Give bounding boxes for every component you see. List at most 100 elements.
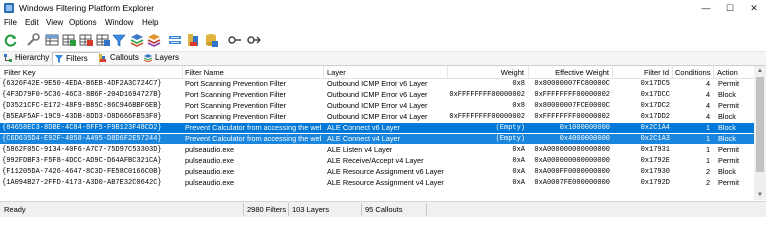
- table-row[interactable]: {1A094B27-2FFD-4173-A3D0-AB7E32C0642C} pu…: [0, 178, 754, 188]
- cell-filter-id: 0x1792E: [640, 157, 670, 165]
- cell-filter-name: pulseaudio.exe: [185, 156, 235, 165]
- toolbar: [0, 30, 766, 52]
- table-row[interactable]: {B5EAF5AF-19C9-43DB-8DD3-D8D666FB53F0} Po…: [0, 112, 754, 122]
- hierarchy-icon: [4, 54, 12, 62]
- menu-file[interactable]: File: [4, 18, 17, 27]
- cell-conditions: 4: [705, 79, 710, 88]
- scroll-up-icon[interactable]: ▲: [754, 66, 766, 76]
- scroll-down-icon[interactable]: ▼: [754, 190, 766, 200]
- callouts-icon[interactable]: [186, 33, 200, 47]
- cell-filter-key: {6326F42E-9E50-4EDA-B6EB-4DF2A3C724C7}: [2, 80, 162, 88]
- column-header-conditions[interactable]: Conditions: [675, 68, 710, 77]
- table-row[interactable]: {D3521CFC-E172-48F9-B85C-86C946BBF6EB} Po…: [0, 101, 754, 111]
- cell-layer: Outbound ICMP Error v6 Layer: [327, 79, 428, 88]
- vertical-scrollbar[interactable]: ▲ ▼: [754, 66, 766, 200]
- cell-weight: (Empty): [495, 124, 525, 132]
- menu-bar: File Edit View Options Window Help: [0, 17, 766, 30]
- cell-effective-weight: 0xA000000000000000: [534, 146, 610, 154]
- cell-action: Permit: [718, 145, 740, 154]
- cell-filter-name: pulseaudio.exe: [185, 145, 235, 154]
- callouts-icon: [99, 54, 106, 62]
- cell-effective-weight: 0xFFFFFFFF00000002: [534, 91, 610, 99]
- cell-conditions: 1: [705, 145, 710, 154]
- cell-weight: 0x8: [512, 102, 525, 110]
- tab-filters[interactable]: Filters: [52, 52, 100, 65]
- layers-icon[interactable]: [130, 33, 144, 47]
- cell-filter-name: Port Scanning Prevention Filter: [185, 101, 286, 110]
- cell-layer: ALE Listen v4 Layer: [327, 145, 393, 154]
- table-row[interactable]: {5862F05C-9134-40F6-A7C7-75D97C53303D} pu…: [0, 145, 754, 155]
- sublayers-icon[interactable]: [147, 33, 161, 47]
- cell-action: Permit: [718, 79, 740, 88]
- table-icon[interactable]: [45, 33, 59, 47]
- column-header-weight[interactable]: Weight: [450, 68, 524, 77]
- table-row[interactable]: {84658EC3-8DBE-4C84-8FF5-F9B123F48CD2} Pr…: [0, 123, 754, 133]
- cell-conditions: 4: [705, 90, 710, 99]
- menu-window[interactable]: Window: [105, 18, 133, 27]
- cell-filter-id: 0x17DD2: [640, 113, 670, 121]
- cell-effective-weight: 0xA000000000000000: [534, 157, 610, 165]
- column-header-filter-id[interactable]: Filter Id: [615, 68, 669, 77]
- cell-layer: Outbound ICMP Error v4 Layer: [327, 112, 428, 121]
- menu-view[interactable]: View: [46, 18, 63, 27]
- cell-conditions: 4: [705, 112, 710, 121]
- cell-weight: 0xA: [512, 146, 525, 154]
- cell-layer: Outbound ICMP Error v6 Layer: [327, 90, 428, 99]
- cell-weight: 0xA: [512, 168, 525, 176]
- cell-conditions: 4: [705, 101, 710, 110]
- table-header: Filter Key Filter Name Layer Weight Effe…: [0, 66, 754, 79]
- grid-edit-icon[interactable]: [96, 33, 110, 47]
- cell-filter-key: {5862F05C-9134-40F6-A7C7-75D97C53303D}: [2, 146, 162, 154]
- sessions-icon[interactable]: [228, 33, 242, 47]
- cell-filter-name: Port Scanning Prevention Filter: [185, 112, 286, 121]
- column-header-filter-name[interactable]: Filter Name: [185, 68, 224, 77]
- cell-effective-weight: 0x4000000000: [559, 135, 610, 143]
- cell-effective-weight: 0xA000FF0000000000: [534, 168, 610, 176]
- column-header-layer[interactable]: Layer: [327, 68, 346, 77]
- cell-action: Permit: [718, 101, 740, 110]
- cell-effective-weight: 0x80000007FC80000C: [534, 80, 610, 88]
- cell-filter-id: 0x17930: [640, 168, 670, 176]
- cell-filter-name: Prevent Calculator from accessing the we…: [185, 134, 321, 143]
- table-row[interactable]: {6326F42E-9E50-4EDA-B6EB-4DF2A3C724C7} Po…: [0, 79, 754, 89]
- cell-filter-id: 0x17931: [640, 146, 670, 154]
- connections-icon[interactable]: [247, 33, 261, 47]
- providers-icon[interactable]: [168, 33, 182, 47]
- table-row[interactable]: {C6D635D4-E92F-4058-A495-D8D6F2E57244} Pr…: [0, 134, 754, 144]
- filters-table: Filter Key Filter Name Layer Weight Effe…: [0, 66, 754, 200]
- cell-layer: Outbound ICMP Error v4 Layer: [327, 101, 428, 110]
- cell-action: Block: [718, 167, 736, 176]
- column-header-filter-key[interactable]: Filter Key: [4, 68, 36, 77]
- status-bar: Ready 2980 Filters 103 Layers 95 Callout…: [0, 201, 766, 217]
- grid-add-icon[interactable]: [62, 33, 76, 47]
- menu-options[interactable]: Options: [69, 18, 97, 27]
- column-header-effective-weight[interactable]: Effective Weight: [531, 68, 609, 77]
- filter-icon[interactable]: [112, 33, 126, 47]
- table-row[interactable]: {4F3D79F0-5C36-46C3-8B6F-204D1694727B} Po…: [0, 90, 754, 100]
- cell-filter-name: pulseaudio.exe: [185, 167, 235, 176]
- tab-layers-label: Layers: [155, 53, 180, 62]
- cell-filter-name: Prevent Calculator from accessing the we…: [185, 123, 321, 132]
- tab-hierarchy[interactable]: Hierarchy: [2, 52, 55, 64]
- cell-conditions: 2: [705, 178, 710, 187]
- menu-help[interactable]: Help: [142, 18, 158, 27]
- tab-callouts[interactable]: Callouts: [97, 52, 148, 64]
- column-header-action[interactable]: Action: [717, 68, 738, 77]
- tools-icon[interactable]: [26, 33, 40, 47]
- close-button[interactable]: ✕: [742, 0, 766, 17]
- minimize-button[interactable]: —: [694, 0, 718, 17]
- table-row[interactable]: {F11205DA-7426-4647-8C3D-FE58C0166C0B} pu…: [0, 167, 754, 177]
- cell-weight: 0xA: [512, 179, 525, 187]
- maximize-button[interactable]: ☐: [718, 0, 742, 17]
- cell-weight: 0xFFFFFFFF00000002: [449, 113, 525, 121]
- cell-filter-id: 0x17DC2: [640, 102, 670, 110]
- database-icon[interactable]: [204, 33, 218, 47]
- refresh-icon[interactable]: [4, 33, 18, 47]
- grid-remove-icon[interactable]: [79, 33, 93, 47]
- tab-layers[interactable]: Layers: [142, 52, 189, 64]
- menu-edit[interactable]: Edit: [25, 18, 39, 27]
- scroll-thumb[interactable]: [756, 77, 764, 172]
- cell-weight: 0xFFFFFFFF00000002: [449, 91, 525, 99]
- cell-filter-key: {B5EAF5AF-19C9-43DB-8DD3-D8D666FB53F0}: [2, 113, 162, 121]
- table-row[interactable]: {992FDBF3-F5F8-4DCC-AD9C-D64AFBC321CA} pu…: [0, 156, 754, 166]
